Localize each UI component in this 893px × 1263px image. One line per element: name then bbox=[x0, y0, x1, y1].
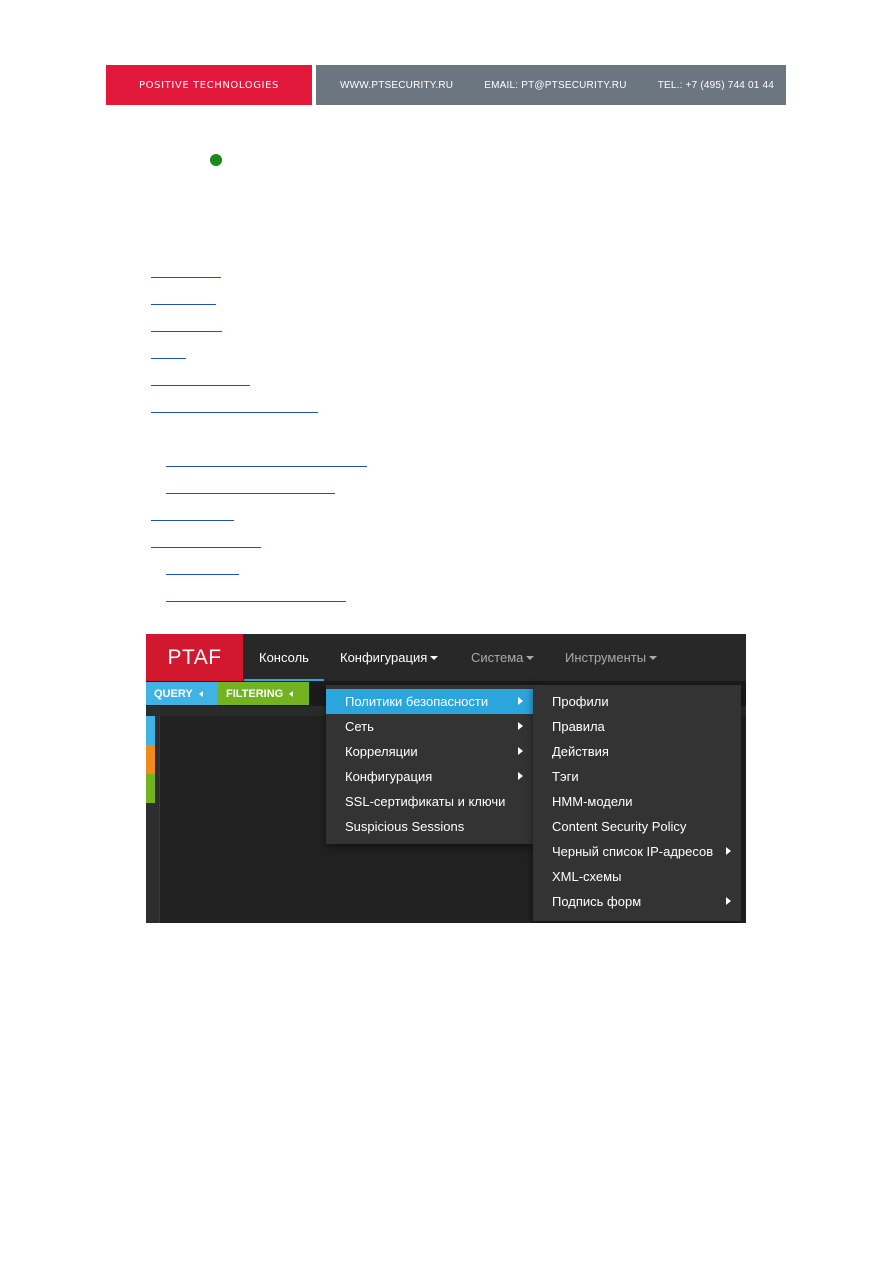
phone-text: TEL.: +7 (495) 744 01 44 bbox=[657, 79, 774, 91]
submenu-item-xml-schemas[interactable]: XML-схемы bbox=[533, 864, 741, 889]
menu-item-label: Suspicious Sessions bbox=[345, 819, 465, 834]
submenu-item-csp[interactable]: Content Security Policy bbox=[533, 814, 741, 839]
document-header-banner: POSITIVE TECHNOLOGIES WWW.PTSECURITY.RU … bbox=[106, 65, 786, 105]
submenu-item-label: Черный список IP-адресов bbox=[552, 844, 714, 859]
submenu-item-label: HMM-модели bbox=[552, 794, 633, 809]
submenu-item-label: Профили bbox=[552, 694, 609, 709]
submenu-item-form-signing[interactable]: Подпись форм bbox=[533, 889, 741, 914]
toc-link-3[interactable] bbox=[151, 331, 222, 332]
ptaf-screenshot: PTAF Консоль Конфигурация Система Инстру… bbox=[146, 634, 746, 923]
email-text: EMAIL: PT@PTSECURITY.RU bbox=[484, 79, 627, 91]
status-dot-icon bbox=[210, 154, 222, 166]
submenu-item-label: Тэги bbox=[552, 769, 579, 784]
toc-link-9[interactable] bbox=[151, 520, 234, 521]
submenu-arrow-icon bbox=[518, 747, 523, 755]
nav-system[interactable]: Система bbox=[471, 634, 535, 681]
submenu-item-label: Content Security Policy bbox=[552, 819, 687, 834]
submenu-arrow-icon bbox=[726, 847, 731, 855]
configuration-menu: Политики безопасности Сеть Корреляции Ко… bbox=[326, 685, 533, 844]
toc-link-12[interactable] bbox=[166, 601, 346, 602]
filtering-chip-label: FILTERING bbox=[226, 687, 284, 700]
menu-item-correlations[interactable]: Корреляции bbox=[326, 739, 533, 764]
filtering-chip[interactable]: FILTERING bbox=[218, 682, 309, 705]
contact-bar: WWW.PTSECURITY.RU EMAIL: PT@PTSECURITY.R… bbox=[316, 65, 786, 105]
strip-blue bbox=[146, 716, 155, 745]
collapse-arrow-icon bbox=[289, 690, 294, 697]
menu-item-label: SSL-сертификаты и ключи bbox=[345, 794, 506, 809]
toc-link-11[interactable] bbox=[166, 574, 239, 575]
caret-down-icon bbox=[649, 655, 658, 660]
query-chip-label: QUERY bbox=[154, 687, 193, 700]
nav-configuration[interactable]: Конфигурация bbox=[340, 634, 439, 681]
submenu-item-profiles[interactable]: Профили bbox=[533, 689, 741, 714]
menu-item-configuration[interactable]: Конфигурация bbox=[326, 764, 533, 789]
toc-link-6[interactable] bbox=[151, 412, 318, 413]
ptaf-logo[interactable]: PTAF bbox=[146, 634, 243, 681]
caret-down-icon bbox=[526, 655, 535, 660]
submenu-arrow-icon bbox=[518, 722, 523, 730]
toc-link-10[interactable] bbox=[151, 547, 261, 548]
menu-item-network[interactable]: Сеть bbox=[326, 714, 533, 739]
toc-link-1[interactable] bbox=[151, 277, 221, 278]
query-chip[interactable]: QUERY bbox=[146, 682, 218, 705]
toc-link-2[interactable] bbox=[151, 304, 216, 305]
submenu-item-label: XML-схемы bbox=[552, 869, 622, 884]
left-sidebar-strip bbox=[146, 706, 159, 923]
submenu-item-label: Подпись форм bbox=[552, 894, 642, 909]
menu-item-label: Сеть bbox=[345, 719, 374, 734]
submenu-item-label: Правила bbox=[552, 719, 605, 734]
submenu-item-rules[interactable]: Правила bbox=[533, 714, 741, 739]
menu-item-suspicious-sessions[interactable]: Suspicious Sessions bbox=[326, 814, 533, 839]
submenu-arrow-icon bbox=[518, 697, 523, 705]
submenu-arrow-icon bbox=[518, 772, 523, 780]
website-text: WWW.PTSECURITY.RU bbox=[340, 79, 454, 91]
nav-tools[interactable]: Инструменты bbox=[565, 634, 658, 681]
nav-system-label: Система bbox=[471, 650, 524, 665]
security-policies-submenu: Профили Правила Действия Тэги HMM-модели… bbox=[533, 685, 741, 921]
toc-link-7[interactable] bbox=[166, 466, 367, 467]
nav-console[interactable]: Консоль bbox=[259, 634, 309, 681]
submenu-item-ip-blacklist[interactable]: Черный список IP-адресов bbox=[533, 839, 741, 864]
strip-orange bbox=[146, 745, 155, 774]
menu-item-label: Корреляции bbox=[345, 744, 418, 759]
submenu-item-hmm-models[interactable]: HMM-модели bbox=[533, 789, 741, 814]
collapse-arrow-icon bbox=[198, 690, 203, 697]
toc-link-4[interactable] bbox=[151, 358, 186, 359]
company-name: POSITIVE TECHNOLOGIES bbox=[106, 65, 312, 105]
nav-tools-label: Инструменты bbox=[565, 650, 647, 665]
menu-item-label: Политики безопасности bbox=[345, 694, 489, 709]
menu-item-label: Конфигурация bbox=[345, 769, 433, 784]
submenu-arrow-icon bbox=[726, 897, 731, 905]
submenu-item-label: Действия bbox=[552, 744, 609, 759]
strip-green bbox=[146, 774, 155, 803]
submenu-item-tags[interactable]: Тэги bbox=[533, 764, 741, 789]
menu-item-ssl-certificates[interactable]: SSL-сертификаты и ключи bbox=[326, 789, 533, 814]
caret-down-icon bbox=[430, 655, 439, 660]
menu-item-security-policies[interactable]: Политики безопасности bbox=[326, 689, 533, 714]
toc-link-5[interactable] bbox=[151, 385, 250, 386]
nav-console-label: Консоль bbox=[259, 650, 309, 665]
nav-configuration-label: Конфигурация bbox=[340, 650, 428, 665]
submenu-item-actions[interactable]: Действия bbox=[533, 739, 741, 764]
panel-edge bbox=[159, 716, 160, 923]
toc-link-8[interactable] bbox=[166, 493, 335, 494]
